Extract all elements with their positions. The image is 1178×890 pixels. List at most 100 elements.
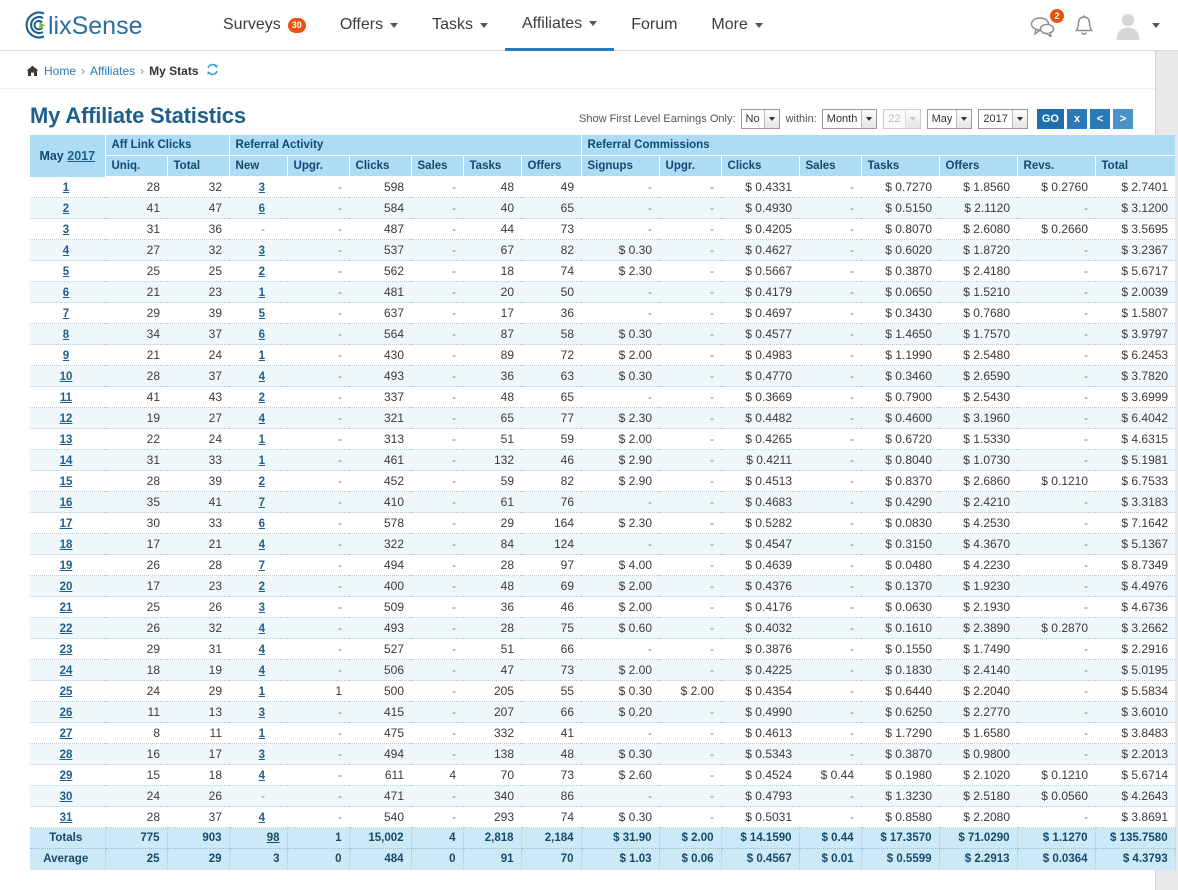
- day-cell[interactable]: 3: [30, 218, 105, 240]
- day-cell[interactable]: 20: [30, 575, 105, 597]
- day-cell[interactable]: 16: [30, 491, 105, 513]
- new-referrals-link[interactable]: 5: [259, 308, 265, 320]
- new-referrals-link[interactable]: 6: [259, 518, 265, 530]
- cell-new[interactable]: 5: [229, 302, 288, 324]
- day-cell[interactable]: 17: [30, 512, 105, 534]
- cell-new[interactable]: 2: [229, 386, 288, 408]
- cell-new[interactable]: 4: [229, 365, 288, 387]
- new-referrals-link[interactable]: 2: [259, 392, 265, 404]
- day-link[interactable]: 20: [60, 581, 73, 593]
- day-link[interactable]: 18: [60, 539, 73, 551]
- day-link[interactable]: 2: [63, 203, 69, 215]
- new-referrals-link[interactable]: 3: [259, 707, 265, 719]
- day-link[interactable]: 19: [60, 560, 73, 572]
- cell-new[interactable]: 2: [229, 260, 288, 282]
- cell-new[interactable]: 4: [229, 659, 288, 681]
- month-year-header[interactable]: May 2017: [30, 135, 106, 177]
- cell-new[interactable]: 1: [229, 722, 288, 744]
- new-referrals-link[interactable]: 4: [259, 770, 265, 782]
- day-cell[interactable]: 29: [30, 764, 105, 786]
- period-select[interactable]: Month: [821, 109, 878, 129]
- new-referrals-link[interactable]: 1: [259, 686, 265, 698]
- day-cell[interactable]: 21: [30, 596, 105, 618]
- new-referrals-link[interactable]: 4: [259, 413, 265, 425]
- day-link[interactable]: 24: [60, 665, 73, 677]
- nav-item-forum[interactable]: Forum: [614, 0, 694, 51]
- day-link[interactable]: 1: [63, 182, 69, 194]
- breadcrumb-home-link[interactable]: Home: [44, 64, 76, 78]
- day-cell[interactable]: 8: [30, 323, 105, 345]
- day-link[interactable]: 16: [60, 497, 73, 509]
- day-link[interactable]: 21: [60, 602, 73, 614]
- new-referrals-link[interactable]: 4: [259, 539, 265, 551]
- day-cell[interactable]: 25: [30, 680, 105, 702]
- cell-new[interactable]: 1: [229, 428, 288, 450]
- day-cell[interactable]: 31: [30, 806, 105, 828]
- year-select[interactable]: 2017: [978, 109, 1028, 129]
- day-cell[interactable]: 4: [30, 239, 105, 261]
- day-link[interactable]: 6: [63, 287, 69, 299]
- day-cell[interactable]: 11: [30, 386, 105, 408]
- next-period-button[interactable]: >: [1113, 109, 1133, 129]
- cell-new[interactable]: 1: [229, 680, 288, 702]
- day-link[interactable]: 8: [63, 329, 69, 341]
- day-link[interactable]: 31: [60, 812, 73, 824]
- cell-new[interactable]: 4: [229, 407, 288, 429]
- cell-new[interactable]: 3: [229, 701, 288, 723]
- day-cell[interactable]: 1: [30, 176, 105, 198]
- cell-new[interactable]: 4: [229, 764, 288, 786]
- cell-new[interactable]: 3: [229, 176, 288, 198]
- new-referrals-link[interactable]: 7: [259, 497, 265, 509]
- nav-item-affiliates[interactable]: Affiliates: [505, 0, 615, 51]
- cell-new[interactable]: 2: [229, 575, 288, 597]
- cell-new[interactable]: 4: [229, 806, 288, 828]
- cell-new[interactable]: 7: [229, 491, 288, 513]
- new-referrals-link[interactable]: 3: [259, 245, 265, 257]
- new-referrals-link[interactable]: 1: [259, 455, 265, 467]
- new-referrals-link[interactable]: 7: [259, 560, 265, 572]
- new-referrals-link[interactable]: 4: [259, 644, 265, 656]
- col-header-ref-tasks[interactable]: Tasks: [463, 155, 522, 177]
- new-referrals-link[interactable]: 2: [259, 266, 265, 278]
- day-cell[interactable]: 5: [30, 260, 105, 282]
- cell-new[interactable]: 4: [229, 638, 288, 660]
- chat-bubbles-icon[interactable]: 2: [1030, 8, 1064, 37]
- day-cell[interactable]: 9: [30, 344, 105, 366]
- breadcrumb-affiliates-link[interactable]: Affiliates: [90, 64, 135, 78]
- day-cell[interactable]: 13: [30, 428, 105, 450]
- day-cell[interactable]: 27: [30, 722, 105, 744]
- day-link[interactable]: 23: [60, 644, 73, 656]
- go-button[interactable]: GO: [1036, 109, 1064, 129]
- col-header-aff-uniq[interactable]: Uniq.: [105, 155, 168, 177]
- new-referrals-link[interactable]: 1: [259, 434, 265, 446]
- day-cell[interactable]: 19: [30, 554, 105, 576]
- day-link[interactable]: 9: [63, 350, 69, 362]
- col-header-ref-offers[interactable]: Offers: [521, 155, 582, 177]
- day-link[interactable]: 22: [60, 623, 73, 635]
- new-referrals-link[interactable]: 1: [259, 728, 265, 740]
- day-cell[interactable]: 2: [30, 197, 105, 219]
- col-header-com-clicks[interactable]: Clicks: [721, 155, 800, 177]
- day-link[interactable]: 13: [60, 434, 73, 446]
- day-link[interactable]: 15: [60, 476, 73, 488]
- cell-new[interactable]: 3: [229, 743, 288, 765]
- col-header-ref-clicks[interactable]: Clicks: [349, 155, 412, 177]
- totals-cell-new[interactable]: 98: [229, 827, 288, 849]
- col-header-com-offers[interactable]: Offers: [939, 155, 1018, 177]
- new-referrals-link[interactable]: 6: [259, 203, 265, 215]
- new-referrals-link[interactable]: 3: [259, 182, 265, 194]
- new-referrals-link[interactable]: 2: [259, 581, 265, 593]
- cell-new[interactable]: 6: [229, 512, 288, 534]
- col-header-com-upgr[interactable]: Upgr.: [659, 155, 722, 177]
- cell-new[interactable]: 1: [229, 344, 288, 366]
- day-link[interactable]: 30: [60, 791, 73, 803]
- nav-item-surveys[interactable]: Surveys 30: [206, 0, 323, 51]
- day-link[interactable]: 26: [60, 707, 73, 719]
- day-link[interactable]: 12: [60, 413, 73, 425]
- day-cell[interactable]: 28: [30, 743, 105, 765]
- bell-icon[interactable]: [1074, 14, 1094, 37]
- day-cell[interactable]: 12: [30, 407, 105, 429]
- new-referrals-link[interactable]: 4: [259, 665, 265, 677]
- day-link[interactable]: 11: [60, 392, 72, 404]
- cell-new[interactable]: 7: [229, 554, 288, 576]
